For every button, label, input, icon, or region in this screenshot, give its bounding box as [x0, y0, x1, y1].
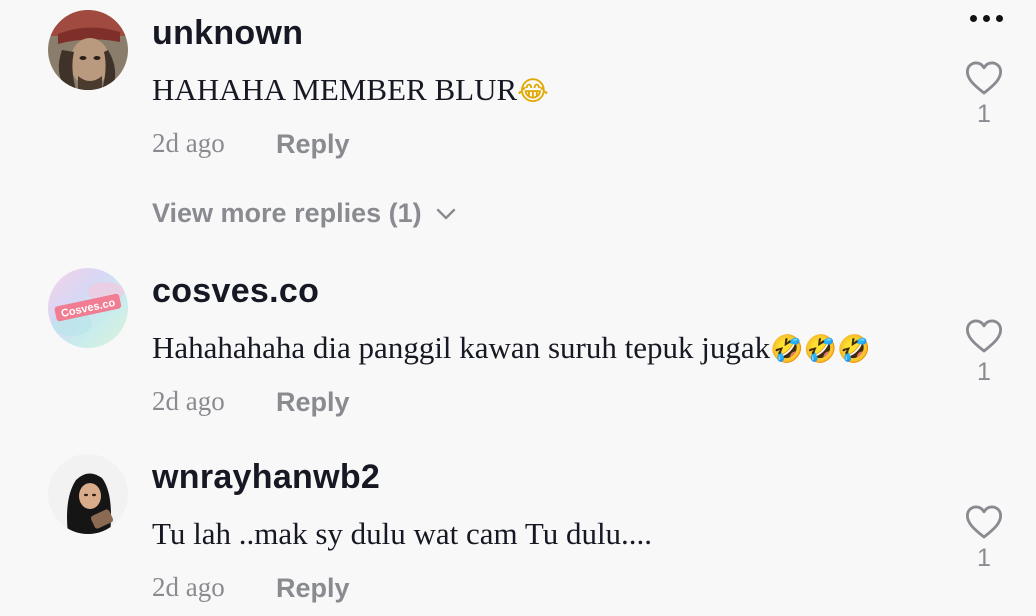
like-button[interactable]: 1: [962, 60, 1006, 129]
avatar-logo-icon: Cosves.co: [48, 268, 128, 348]
like-count: 1: [977, 544, 991, 572]
chevron-down-icon: [436, 208, 455, 219]
comment-timestamp: 2d ago: [152, 572, 225, 602]
comment-text: Hahahahaha dia panggil kawan suruh tepuk…: [152, 330, 871, 366]
comment-timestamp: 2d ago: [152, 128, 225, 158]
avatar[interactable]: Cosves.co: [48, 268, 128, 348]
avatar-photo-icon: [48, 10, 128, 90]
comment-timestamp: 2d ago: [152, 386, 225, 416]
like-button[interactable]: 1: [962, 504, 1006, 573]
like-button[interactable]: 1: [962, 318, 1006, 387]
comment-username[interactable]: wnrayhanwb2: [152, 458, 380, 497]
like-count: 1: [977, 100, 991, 128]
comment-item: Cosves.co cosves.co Hahahahaha dia pangg…: [0, 258, 1036, 448]
reply-button[interactable]: Reply: [276, 573, 350, 604]
avatar[interactable]: [48, 10, 128, 90]
heart-outline-icon: [965, 319, 1003, 353]
rolling-laughing-emoji-icon: 🤣🤣🤣: [770, 334, 871, 365]
view-more-replies-label: View more replies (1): [152, 198, 422, 228]
comment-text: HAHAHA MEMBER BLUR😂: [152, 72, 549, 108]
heart-outline-icon: [965, 505, 1003, 539]
avatar-photo-icon: [48, 454, 128, 534]
heart-outline-icon: [965, 61, 1003, 95]
reply-button[interactable]: Reply: [276, 387, 350, 418]
comment-item: unknown HAHAHA MEMBER BLUR😂 2d ago Reply…: [0, 0, 1036, 250]
avatar[interactable]: [48, 454, 128, 534]
comment-text-body: Hahahahaha dia panggil kawan suruh tepuk…: [152, 330, 771, 365]
comment-username[interactable]: cosves.co: [152, 272, 319, 311]
comment-item: wnrayhanwb2 Tu lah ..mak sy dulu wat cam…: [0, 444, 1036, 616]
comment-text: Tu lah ..mak sy dulu wat cam Tu dulu....: [152, 516, 653, 551]
like-count: 1: [977, 358, 991, 386]
reply-button[interactable]: Reply: [276, 129, 350, 160]
tears-of-joy-emoji-icon: 😂: [517, 76, 549, 107]
comment-username[interactable]: unknown: [152, 14, 303, 53]
comment-text-body: HAHAHA MEMBER BLUR: [152, 72, 518, 107]
view-more-replies-button[interactable]: View more replies (1): [152, 198, 456, 229]
